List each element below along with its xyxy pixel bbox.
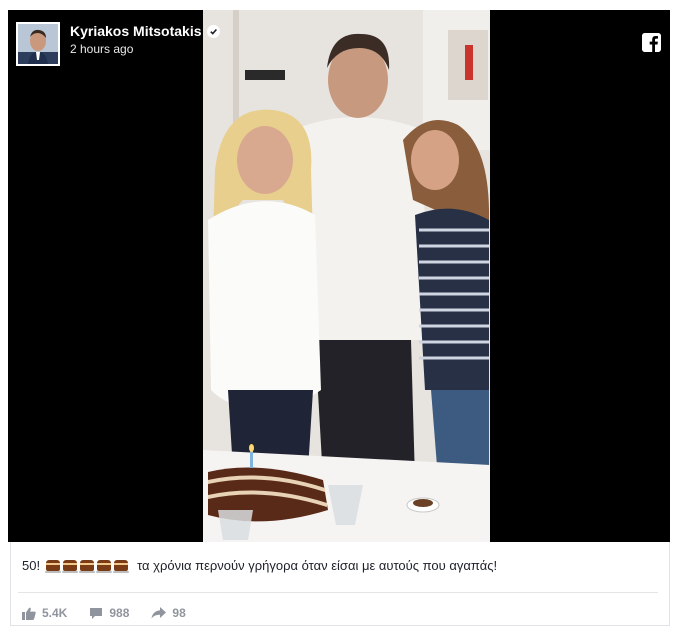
- avatar-image: [18, 24, 58, 64]
- post-timestamp[interactable]: 2 hours ago: [70, 42, 220, 56]
- photo-image: [203, 10, 490, 542]
- comment-stat[interactable]: 988: [89, 606, 129, 620]
- comment-count: 988: [109, 606, 130, 620]
- post-photo[interactable]: [203, 10, 490, 542]
- cake-emoji-group: [45, 560, 131, 573]
- like-stat[interactable]: 5.4K: [22, 606, 67, 620]
- birthday-cake-icon: [113, 560, 130, 573]
- birthday-cake-icon: [62, 560, 79, 573]
- like-count: 5.4K: [42, 606, 68, 620]
- thumbs-up-icon: [22, 607, 36, 620]
- verified-badge-icon: [206, 24, 220, 38]
- author-name[interactable]: Kyriakos Mitsotakis: [70, 23, 202, 39]
- caption-text: τα χρόνια περνούν γρήγορα όταν είσαι με …: [137, 558, 498, 573]
- share-arrow-icon: [151, 607, 167, 619]
- post-caption: 50! τα χρόνια περνούν γρήγορα όταν είσαι…: [22, 558, 497, 573]
- share-stat[interactable]: 98: [151, 606, 186, 620]
- author-row: Kyriakos Mitsotakis: [70, 23, 220, 39]
- facebook-logo-icon[interactable]: [642, 33, 661, 52]
- post-media[interactable]: [8, 10, 670, 542]
- divider: [18, 592, 658, 593]
- reaction-stats: 5.4K 988 98: [22, 606, 208, 620]
- caption-prefix: 50!: [22, 558, 41, 573]
- post-header: Kyriakos Mitsotakis 2 hours ago: [16, 22, 220, 74]
- birthday-cake-icon: [45, 560, 62, 573]
- birthday-cake-icon: [96, 560, 113, 573]
- author-block: Kyriakos Mitsotakis 2 hours ago: [70, 23, 220, 56]
- share-count: 98: [172, 606, 186, 620]
- birthday-cake-icon: [79, 560, 96, 573]
- comment-icon: [90, 607, 103, 619]
- avatar[interactable]: [16, 22, 60, 66]
